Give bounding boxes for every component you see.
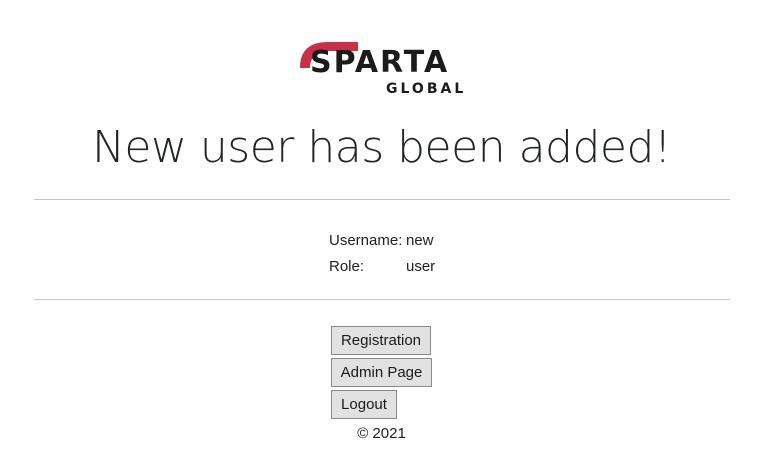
role-value: user [406, 258, 436, 275]
user-details: Username: new Role: user [329, 228, 435, 280]
role-row: Role: user [329, 254, 435, 280]
username-value: new [406, 232, 434, 249]
admin-page-button[interactable]: Admin Page [331, 358, 432, 387]
divider-bottom [34, 299, 730, 300]
logo-subtitle: GLOBAL [386, 81, 467, 97]
username-row: Username: new [329, 228, 435, 254]
sparta-global-logo: SPARTA GLOBAL [298, 36, 464, 98]
registration-button[interactable]: Registration [331, 326, 431, 355]
username-label: Username: [329, 232, 403, 249]
copyright-footer: © 2021 [357, 425, 406, 442]
divider-top [34, 199, 730, 200]
page-title: New user has been added! [91, 122, 672, 173]
logo-wordmark: SPARTA [310, 45, 450, 80]
logout-button[interactable]: Logout [331, 390, 397, 419]
role-label: Role: [329, 258, 365, 275]
